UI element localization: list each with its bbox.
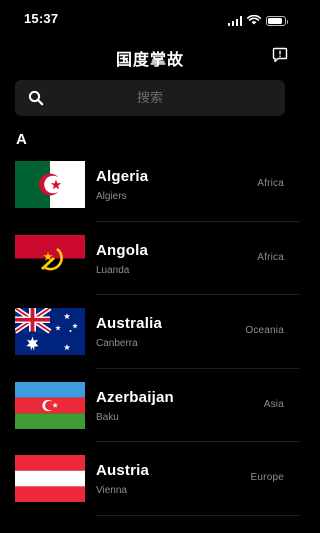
country-list: Algeria Algiers Africa Angola Luanda Afr…: [0, 148, 300, 516]
austria-flag-icon: [15, 455, 85, 502]
list-item[interactable]: Austria Vienna Europe: [0, 442, 300, 516]
azerbaijan-flag-icon: [15, 381, 85, 429]
feedback-icon: [272, 47, 288, 68]
country-continent: Oceania: [245, 325, 284, 336]
list-item[interactable]: Azerbaijan Baku Asia: [0, 369, 300, 443]
nav-bar: 国度掌故: [0, 40, 300, 74]
wifi-icon: [247, 12, 261, 30]
signal-icon: [227, 16, 242, 26]
country-capital: Baku: [96, 411, 119, 423]
australia-flag-icon: [15, 308, 85, 355]
section-header: A: [16, 131, 27, 148]
country-capital: Luanda: [96, 264, 130, 276]
country-name: Algeria: [96, 168, 149, 185]
page-title: 国度掌故: [115, 50, 184, 69]
list-item[interactable]: Angola Luanda Africa: [0, 222, 300, 296]
search-bar[interactable]: [15, 80, 285, 116]
country-continent: Africa: [257, 251, 284, 263]
status-bar: 15:37: [0, 0, 300, 34]
country-continent: Africa: [257, 178, 284, 189]
algeria-flag-icon: [15, 161, 85, 208]
country-capital: Algiers: [96, 191, 127, 202]
angola-flag-icon: [15, 234, 85, 282]
search-input[interactable]: [55, 80, 245, 116]
status-time: 15:37: [24, 11, 59, 26]
search-icon: [28, 90, 44, 106]
status-icons: [227, 12, 288, 30]
country-name: Austria: [96, 462, 150, 479]
list-item[interactable]: Australia Canberra Oceania: [0, 295, 300, 369]
feedback-button[interactable]: [270, 47, 290, 67]
battery-level: [268, 18, 282, 24]
country-continent: Europe: [250, 472, 284, 483]
country-name: Australia: [96, 315, 162, 332]
battery-icon: [266, 16, 288, 26]
country-capital: Canberra: [96, 338, 138, 349]
country-continent: Asia: [263, 398, 284, 410]
list-item[interactable]: Algeria Algiers Africa: [0, 148, 300, 222]
country-name: Azerbaijan: [96, 388, 174, 406]
country-name: Angola: [96, 241, 149, 259]
country-capital: Vienna: [96, 485, 127, 496]
